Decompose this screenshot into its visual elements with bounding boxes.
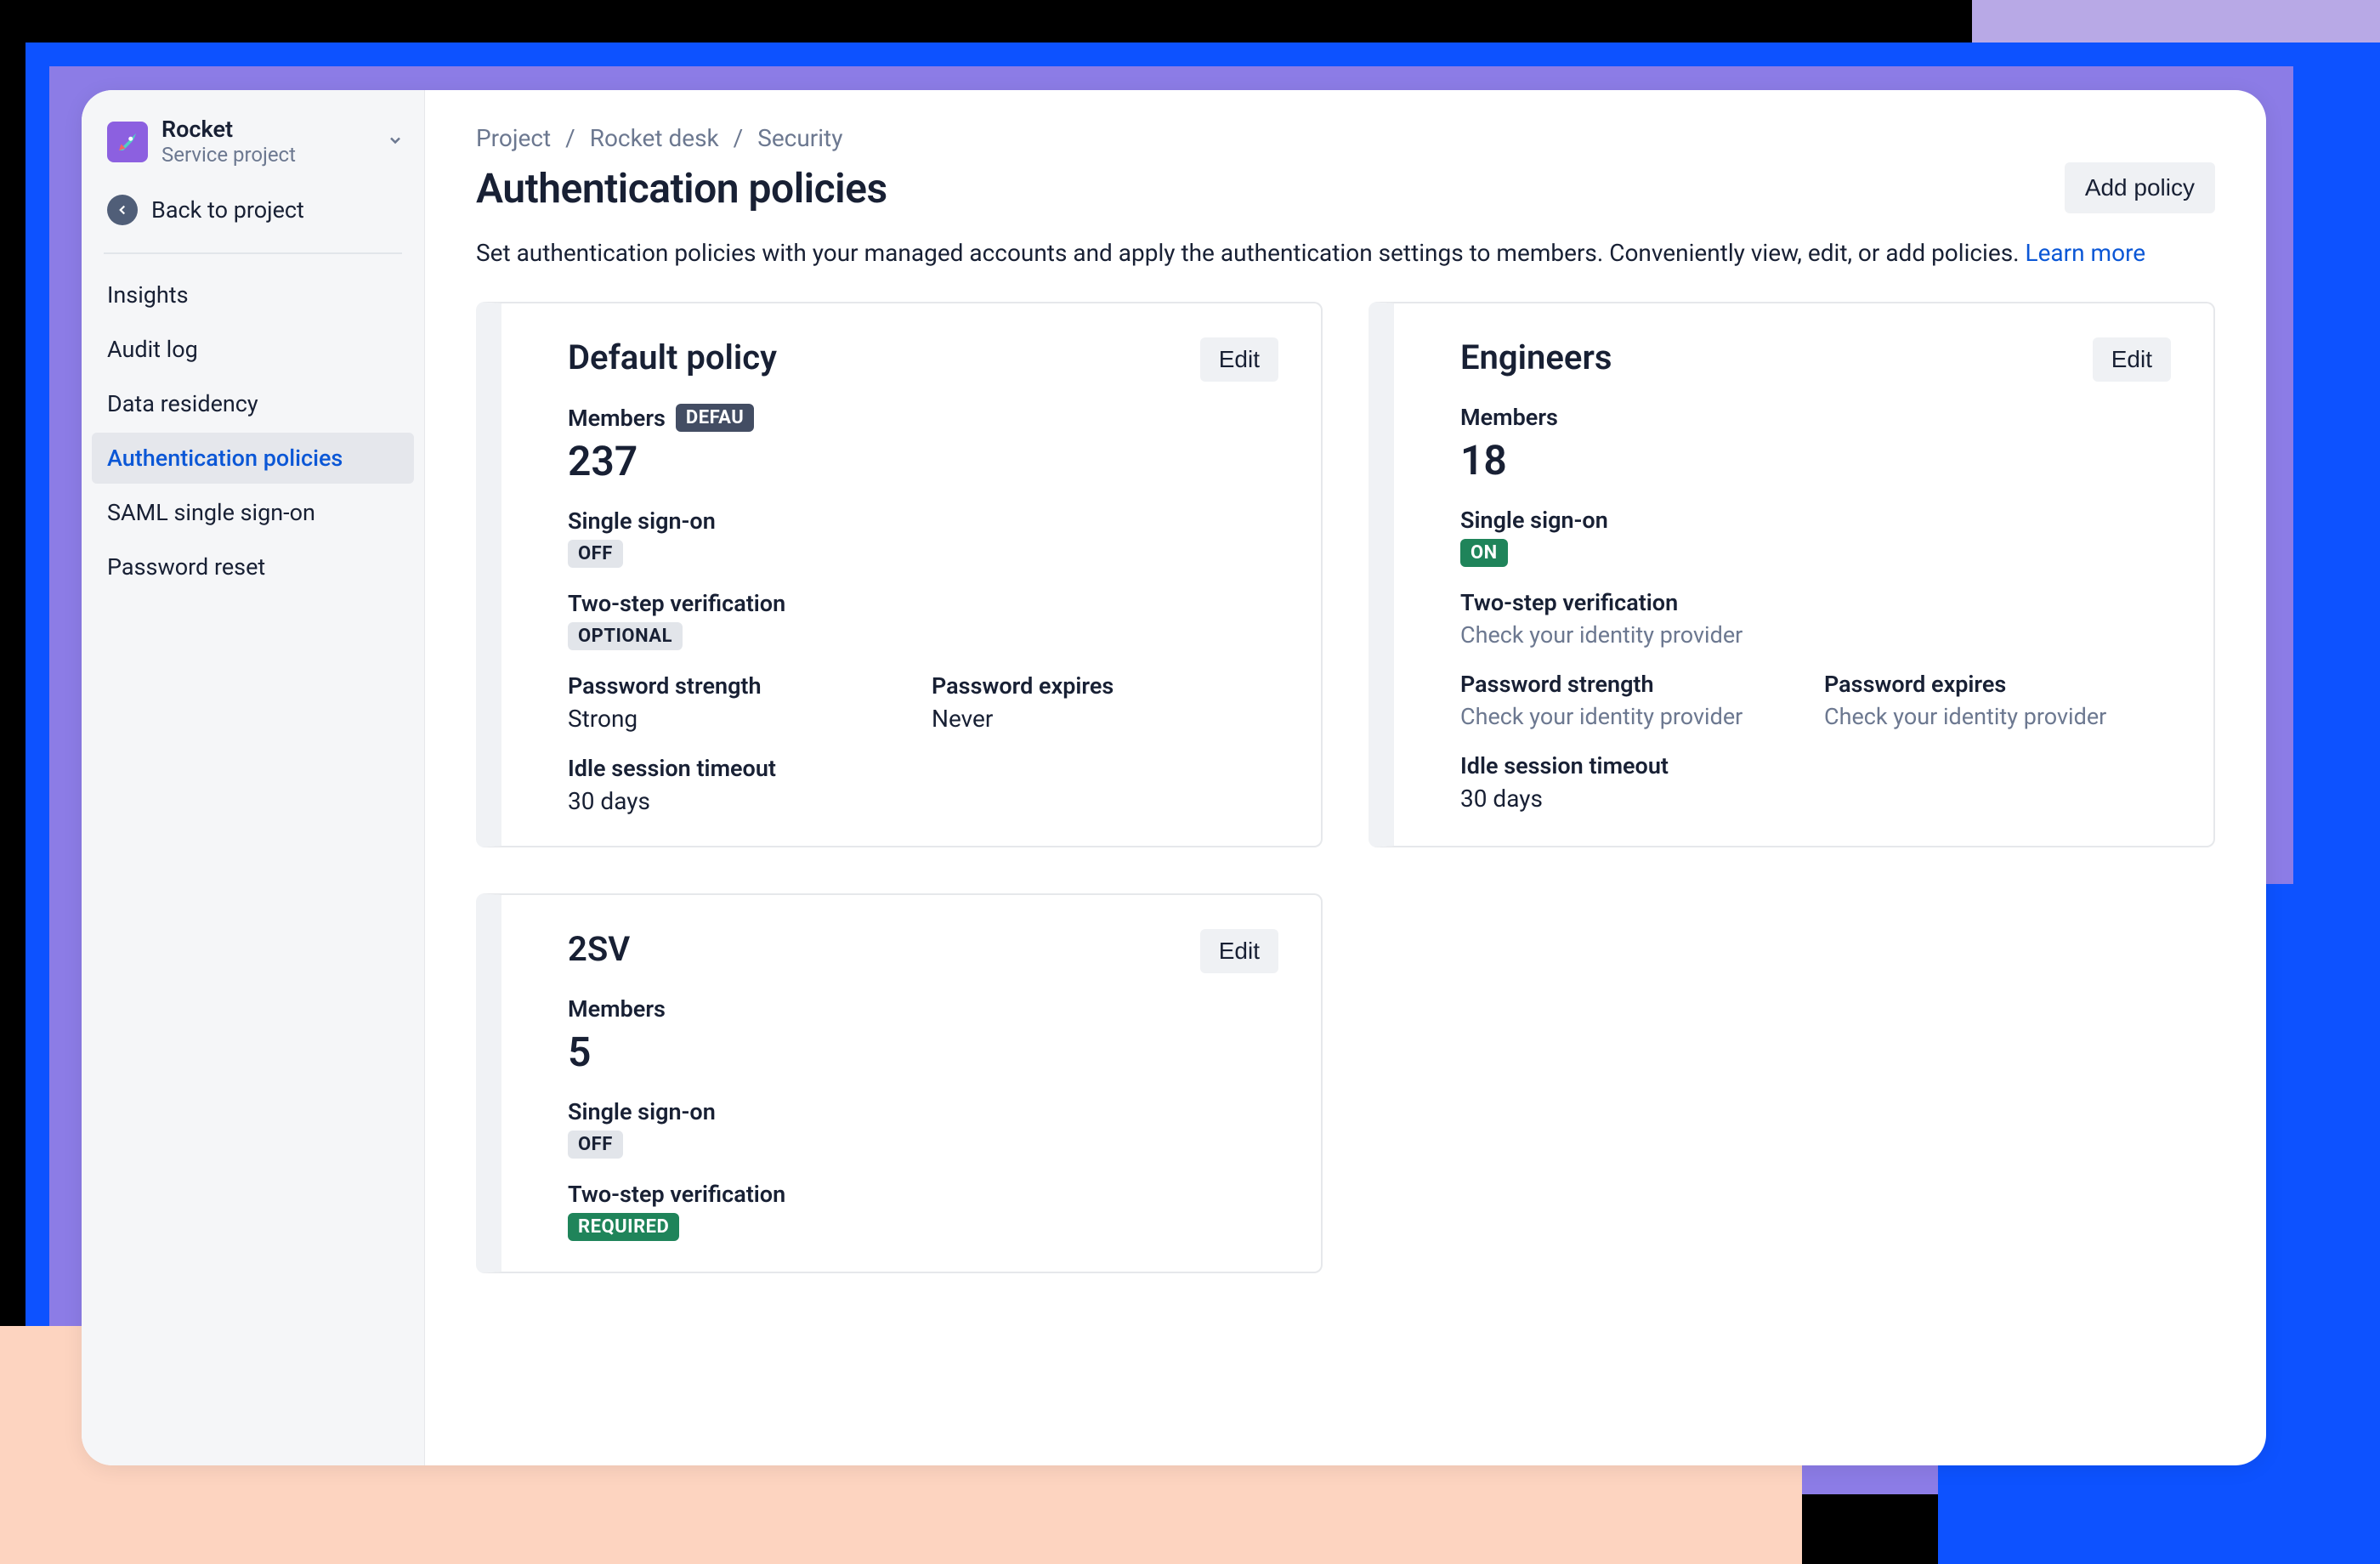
breadcrumb-security[interactable]: Security [757, 124, 842, 152]
page-description: Set authentication policies with your ma… [476, 235, 2215, 271]
pw-expires-value: Check your identity provider [1824, 703, 2171, 730]
pw-strength-label: Password strength [568, 672, 915, 700]
sidebar-divider [104, 252, 402, 254]
sso-status-badge: ON [1460, 539, 1508, 567]
sidebar-item-authentication-policies[interactable]: Authentication policies [92, 433, 414, 484]
idle-value: 30 days [1460, 785, 2171, 813]
tsv-label: Two-step verification [568, 1181, 1278, 1208]
arrow-left-icon [107, 195, 138, 225]
sidebar-item-insights[interactable]: Insights [92, 269, 414, 320]
rocket-icon [107, 122, 148, 162]
idle-label: Idle session timeout [1460, 752, 2171, 779]
members-count: 18 [1460, 436, 2171, 484]
policy-card-2sv: 2SV Edit Members 5 Single sign-on OFF Tw… [476, 893, 1323, 1273]
breadcrumb-rocket-desk[interactable]: Rocket desk [590, 124, 719, 152]
pw-expires-value: Never [932, 705, 1278, 733]
policy-title: Default policy [568, 337, 777, 377]
project-subtitle: Service project [162, 143, 373, 167]
idle-label: Idle session timeout [568, 755, 1278, 782]
edit-policy-button[interactable]: Edit [1200, 929, 1278, 973]
main-content: Project / Rocket desk / Security Authent… [425, 90, 2266, 1465]
policy-cards: Default policy Edit Members DEFAU 237 Si… [476, 302, 2215, 1273]
sidebar-item-audit-log[interactable]: Audit log [92, 324, 414, 375]
tsv-value: Check your identity provider [1460, 621, 2171, 649]
edit-policy-button[interactable]: Edit [1200, 337, 1278, 382]
pw-expires-label: Password expires [932, 672, 1278, 700]
members-count: 237 [568, 437, 1278, 485]
sso-status-badge: OFF [568, 540, 623, 568]
default-badge: DEFAU [676, 404, 754, 432]
sso-status-badge: OFF [568, 1130, 623, 1159]
sidebar-nav: Insights Audit log Data residency Authen… [82, 269, 424, 592]
edit-policy-button[interactable]: Edit [2093, 337, 2171, 382]
project-name: Rocket [162, 116, 373, 143]
sidebar-item-data-residency[interactable]: Data residency [92, 378, 414, 429]
sidebar-item-password-reset[interactable]: Password reset [92, 541, 414, 592]
tsv-status-badge: REQUIRED [568, 1213, 679, 1241]
tsv-label: Two-step verification [568, 590, 1278, 617]
add-policy-button[interactable]: Add policy [2065, 162, 2215, 213]
policy-title: Engineers [1460, 337, 1612, 377]
pw-expires-label: Password expires [1824, 671, 2171, 698]
policy-card-default: Default policy Edit Members DEFAU 237 Si… [476, 302, 1323, 847]
policy-card-engineers: Engineers Edit Members 18 Single sign-on… [1368, 302, 2215, 847]
sidebar: Rocket Service project Back to project I… [82, 90, 425, 1465]
sidebar-item-saml-sso[interactable]: SAML single sign-on [92, 487, 414, 538]
page-title: Authentication policies [476, 164, 887, 212]
tsv-label: Two-step verification [1460, 589, 2171, 616]
members-label: Members [568, 405, 666, 432]
members-count: 5 [568, 1028, 1278, 1076]
breadcrumb-project[interactable]: Project [476, 124, 551, 152]
chevron-down-icon [387, 132, 404, 152]
sso-label: Single sign-on [568, 507, 1278, 535]
idle-value: 30 days [568, 787, 1278, 815]
members-label: Members [568, 995, 1278, 1023]
app-window: Rocket Service project Back to project I… [82, 90, 2266, 1465]
project-switcher[interactable]: Rocket Service project [82, 116, 424, 167]
tsv-status-badge: OPTIONAL [568, 622, 683, 650]
policy-title: 2SV [568, 929, 630, 969]
pw-strength-value: Check your identity provider [1460, 703, 1807, 730]
back-link-label: Back to project [151, 196, 304, 224]
pw-strength-label: Password strength [1460, 671, 1807, 698]
back-to-project-link[interactable]: Back to project [82, 167, 424, 252]
breadcrumb: Project / Rocket desk / Security [476, 124, 2215, 152]
sso-label: Single sign-on [1460, 507, 2171, 534]
pw-strength-value: Strong [568, 705, 915, 733]
members-label: Members [1460, 404, 2171, 431]
learn-more-link[interactable]: Learn more [2026, 239, 2146, 267]
sso-label: Single sign-on [568, 1098, 1278, 1125]
